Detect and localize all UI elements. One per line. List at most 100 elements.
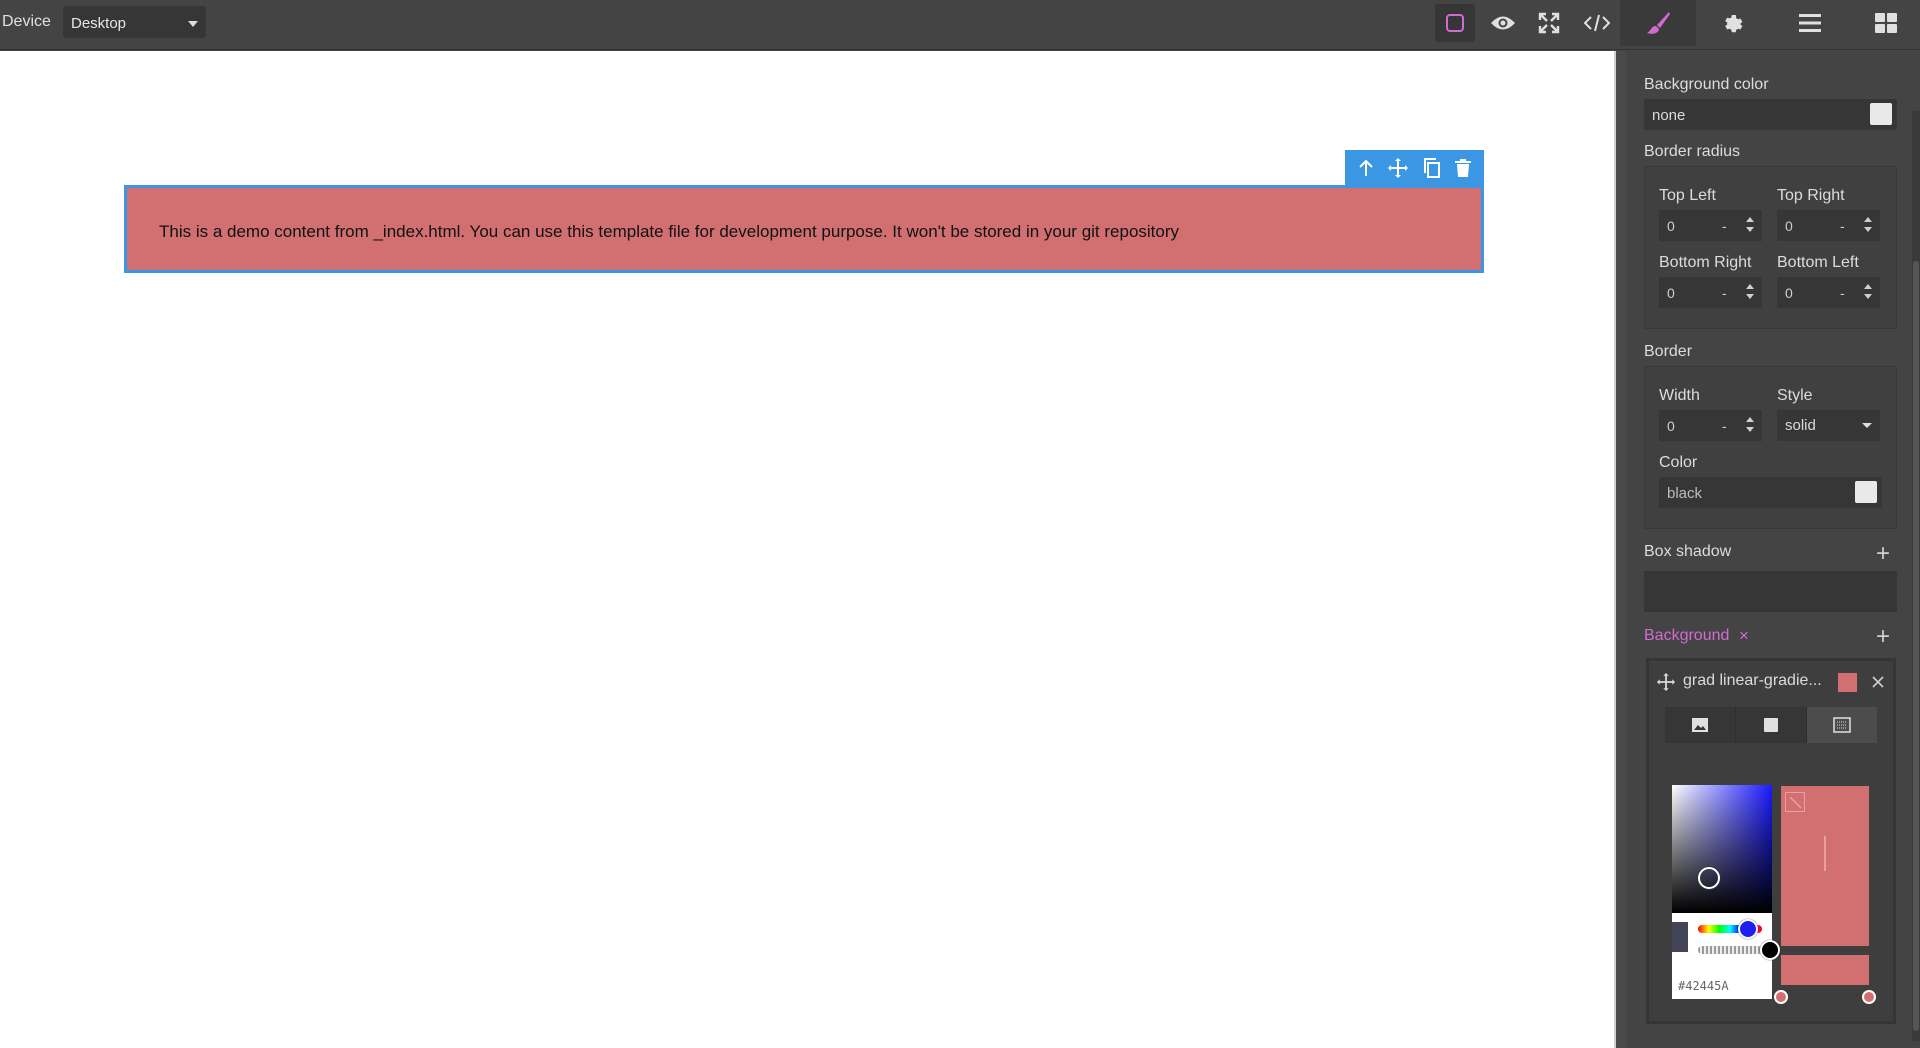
- demo-content-text[interactable]: This is a demo content from _index.html.…: [159, 222, 1179, 242]
- arrow-up-icon[interactable]: [1358, 159, 1374, 177]
- saturation-value-area[interactable]: [1672, 785, 1772, 913]
- picker-color-preview: [1672, 922, 1688, 952]
- bottom-right-input[interactable]: 0 -: [1659, 277, 1762, 308]
- style-manager-brush-icon: [1647, 12, 1670, 34]
- delete-icon[interactable]: [1454, 158, 1471, 177]
- background-layer-swatch[interactable]: [1838, 673, 1857, 692]
- add-box-shadow-icon[interactable]: +: [1876, 542, 1890, 566]
- tab-layer-manager[interactable]: [1772, 0, 1848, 46]
- close-icon[interactable]: [1871, 675, 1885, 689]
- border-color-label: Color: [1659, 454, 1698, 471]
- preview-button[interactable]: [1483, 4, 1523, 42]
- background-color-value: none: [1652, 107, 1686, 124]
- border-color-input[interactable]: black: [1659, 477, 1882, 508]
- settings-gear-icon: [1725, 15, 1743, 33]
- move-icon[interactable]: [1388, 157, 1409, 178]
- solid-color-icon: [1764, 718, 1778, 732]
- gradient-preview: [1781, 786, 1869, 946]
- background-color-label: Background color: [1644, 76, 1769, 93]
- tab-settings[interactable]: [1696, 0, 1772, 46]
- top-right-unit[interactable]: -: [1840, 218, 1845, 234]
- tab-style-manager[interactable]: [1620, 0, 1696, 46]
- clear-background-icon[interactable]: ×: [1739, 626, 1749, 646]
- code-icon: [1584, 14, 1610, 32]
- bottom-right-unit[interactable]: -: [1722, 285, 1727, 301]
- border-style-select[interactable]: solid: [1777, 410, 1880, 441]
- alpha-slider-handle[interactable]: [1760, 940, 1780, 960]
- gradient-bar[interactable]: [1781, 955, 1869, 985]
- tab-background-color[interactable]: [1736, 707, 1807, 743]
- fullscreen-button[interactable]: [1529, 4, 1569, 42]
- move-layer-icon[interactable]: [1657, 673, 1675, 691]
- top-left-unit[interactable]: -: [1722, 218, 1727, 234]
- top-right-value: 0: [1785, 218, 1793, 234]
- bottom-left-unit[interactable]: -: [1840, 285, 1845, 301]
- border-style-value: solid: [1785, 417, 1816, 434]
- tab-blocks[interactable]: [1848, 0, 1920, 46]
- top-left-stepper[interactable]: [1746, 215, 1754, 237]
- bottom-left-input[interactable]: 0 -: [1777, 277, 1880, 308]
- border-width-value: 0: [1667, 418, 1675, 434]
- layer-manager-menu-icon: [1799, 14, 1821, 32]
- border-color-swatch[interactable]: [1855, 481, 1877, 503]
- top-left-input[interactable]: 0 -: [1659, 210, 1762, 241]
- device-label: Device: [2, 13, 51, 30]
- component-toolbar: [1345, 150, 1484, 185]
- border-radius-label: Border radius: [1644, 143, 1741, 160]
- border-label: Border: [1644, 343, 1693, 360]
- gradient-icon: [1833, 717, 1851, 733]
- picker-hex-input[interactable]: #42445A: [1678, 979, 1729, 993]
- sw-visibility-icon: [1446, 14, 1464, 32]
- border-width-label: Width: [1659, 387, 1700, 404]
- code-view-button[interactable]: [1577, 4, 1617, 42]
- canvas-divider: [1616, 51, 1626, 1048]
- add-background-layer-icon[interactable]: +: [1876, 625, 1890, 649]
- top-right-stepper[interactable]: [1864, 215, 1872, 237]
- top-bar: Device Desktop: [0, 0, 1920, 50]
- preview-eye-icon: [1491, 16, 1515, 30]
- bottom-right-value: 0: [1667, 285, 1675, 301]
- tab-background-image[interactable]: [1665, 707, 1736, 743]
- top-right-input[interactable]: 0 -: [1777, 210, 1880, 241]
- background-layer-title[interactable]: grad linear-gradie...: [1683, 672, 1822, 690]
- top-left-label: Top Left: [1659, 187, 1716, 204]
- gradient-stop-start[interactable]: [1774, 990, 1788, 1004]
- background-type-tabs: [1665, 707, 1877, 743]
- box-shadow-layers: [1644, 571, 1897, 612]
- gradient-angle-line: [1824, 836, 1826, 871]
- border-color-value: black: [1667, 485, 1703, 502]
- saturation-cursor[interactable]: [1698, 867, 1720, 889]
- bottom-left-label: Bottom Left: [1777, 254, 1859, 271]
- image-icon: [1692, 718, 1708, 732]
- fullscreen-icon: [1538, 12, 1560, 34]
- background-color-input[interactable]: none: [1644, 99, 1897, 130]
- sw-visibility-button[interactable]: [1435, 4, 1475, 42]
- border-width-unit[interactable]: -: [1722, 418, 1727, 434]
- copy-icon[interactable]: [1423, 157, 1441, 178]
- border-width-stepper[interactable]: [1746, 415, 1754, 437]
- border-style-label: Style: [1777, 387, 1813, 404]
- tab-background-gradient[interactable]: [1807, 707, 1877, 743]
- background-color-swatch[interactable]: [1870, 103, 1892, 125]
- bottom-left-value: 0: [1785, 285, 1793, 301]
- top-right-label: Top Right: [1777, 187, 1845, 204]
- demo-content-block[interactable]: This is a demo content from _index.html.…: [124, 185, 1484, 273]
- gradient-direction-icon[interactable]: [1785, 792, 1805, 812]
- hue-slider-handle[interactable]: [1738, 919, 1758, 939]
- color-picker: #42445A: [1672, 785, 1780, 999]
- gradient-stop-end[interactable]: [1862, 990, 1876, 1004]
- bottom-right-label: Bottom Right: [1659, 254, 1752, 271]
- device-select[interactable]: Desktop: [63, 6, 206, 38]
- chevron-down-icon: [188, 21, 198, 27]
- bottom-right-stepper[interactable]: [1746, 282, 1754, 304]
- border-width-input[interactable]: 0 -: [1659, 410, 1762, 441]
- box-shadow-label: Box shadow: [1644, 543, 1732, 560]
- blocks-grid-icon: [1875, 13, 1897, 33]
- scrollbar-thumb[interactable]: [1913, 261, 1919, 1031]
- background-label: Background: [1644, 627, 1730, 644]
- device-select-value: Desktop: [71, 15, 127, 32]
- alpha-slider[interactable]: [1698, 946, 1762, 954]
- bottom-left-stepper[interactable]: [1864, 282, 1872, 304]
- top-left-value: 0: [1667, 218, 1675, 234]
- chevron-down-icon: [1862, 423, 1872, 428]
